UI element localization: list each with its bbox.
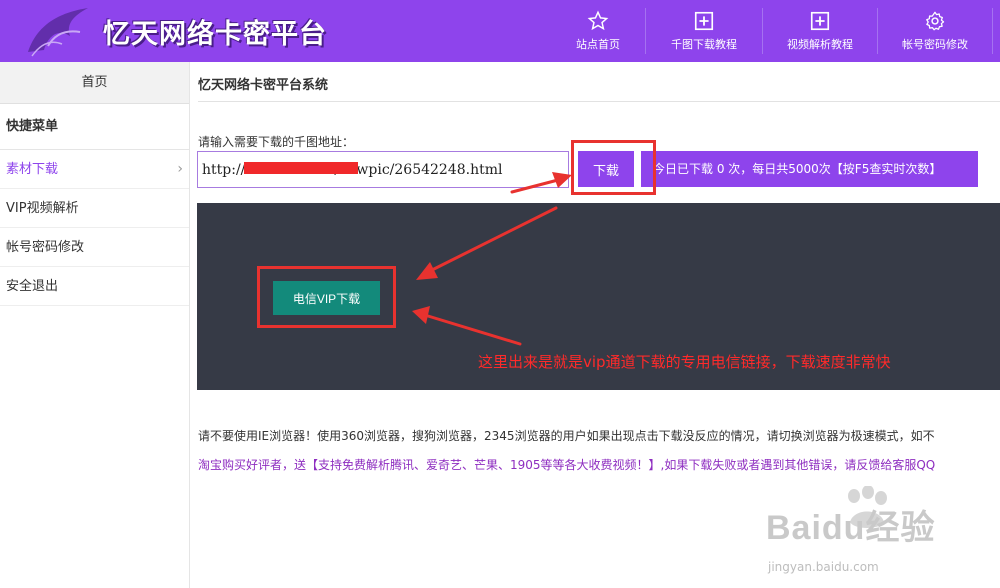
plus-square-icon	[810, 11, 830, 31]
baidu-watermark: Baidu经验 jingyan.baidu.com	[762, 486, 1000, 588]
plus-square-icon	[694, 11, 714, 31]
browser-notice: 请不要使用IE浏览器！使用360浏览器，搜狗浏览器，2345浏览器的用户如果出现…	[198, 429, 935, 443]
annotation-note: 这里出来是就是vip通道下载的专用电信链接，下载速度非常快	[478, 353, 891, 371]
annotation-highlight-box	[571, 140, 656, 195]
watermark-url: jingyan.baidu.com	[768, 560, 879, 574]
page-title: 忆天网络卡密平台系统	[198, 78, 329, 93]
gear-icon	[926, 11, 945, 31]
annotation-highlight-box	[257, 266, 396, 328]
watermark-brand: Baidu经验	[766, 509, 936, 547]
nav-label: 帐号密码修改	[902, 38, 968, 51]
nav-divider	[645, 8, 646, 54]
nav-divider	[877, 8, 878, 54]
top-header: 忆天网络卡密平台 站点首页 千图下载教程 视频解析教程 帐号密码修改	[0, 0, 1000, 62]
sidebar: 首页 快捷菜单 素材下载 › VIP视频解析 帐号密码修改 安全退出	[0, 62, 190, 588]
download-count-status: 今日已下载 0 次，每日共5000次【按F5查实时次数】	[641, 151, 978, 187]
sidebar-section-title: 快捷菜单	[0, 104, 189, 150]
nav-change-password[interactable]: 帐号密码修改	[892, 0, 978, 62]
nav-label: 站点首页	[576, 38, 620, 51]
sidebar-item-label: 帐号密码修改	[6, 240, 85, 255]
nav-divider	[762, 8, 763, 54]
promo-notice: 淘宝购买好评者，送【支持免费解析腾讯、爱奇艺、芒果、1905等等各大收费视频！】…	[198, 458, 936, 472]
nav-video-tutorial[interactable]: 视频解析教程	[776, 0, 864, 62]
nav-label: 千图下载教程	[671, 38, 737, 51]
nav-site-home[interactable]: 站点首页	[560, 0, 636, 62]
redaction-mark	[244, 162, 358, 174]
sidebar-item-logout[interactable]: 安全退出	[0, 267, 189, 306]
url-label: 请输入需要下载的千图地址：	[198, 135, 355, 149]
sidebar-item-material-download[interactable]: 素材下载 ›	[0, 150, 189, 189]
nav-qiantu-tutorial[interactable]: 千图下载教程	[660, 0, 748, 62]
sidebar-item-change-password[interactable]: 帐号密码修改	[0, 228, 189, 267]
sidebar-home[interactable]: 首页	[0, 62, 189, 104]
dragon-logo-icon	[28, 8, 88, 57]
sidebar-item-vip-video[interactable]: VIP视频解析	[0, 189, 189, 228]
sidebar-item-label: VIP视频解析	[6, 201, 79, 216]
sidebar-item-label: 安全退出	[6, 279, 59, 294]
nav-divider	[992, 8, 993, 54]
sidebar-item-label: 素材下载	[6, 162, 59, 177]
star-icon	[587, 10, 609, 31]
nav-label: 视频解析教程	[787, 38, 853, 51]
divider	[198, 101, 1000, 102]
chevron-right-icon: ›	[177, 161, 183, 177]
brand-title: 忆天网络卡密平台	[103, 19, 327, 50]
